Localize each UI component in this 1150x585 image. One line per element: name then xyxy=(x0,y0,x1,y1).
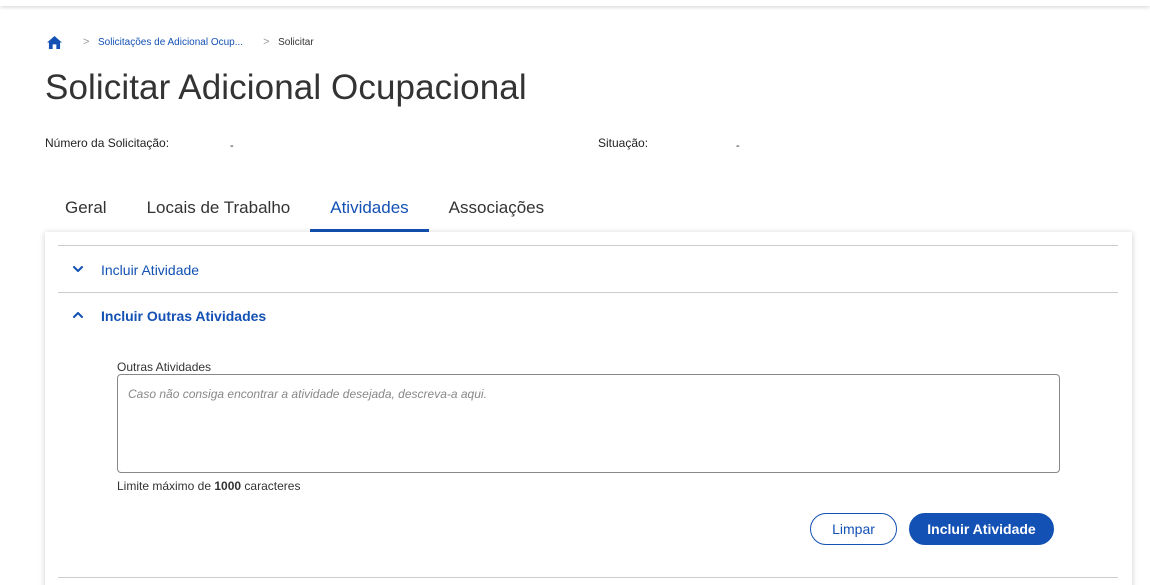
add-activity-button[interactable]: Incluir Atividade xyxy=(909,513,1054,545)
breadcrumb-separator: > xyxy=(263,36,270,48)
chevron-down-icon xyxy=(73,261,83,279)
limit-suffix: caracteres xyxy=(244,479,301,493)
divider xyxy=(58,577,1118,578)
situacao-value: - xyxy=(736,140,740,152)
breadcrumb-separator: > xyxy=(83,36,90,48)
tab-locais-de-trabalho[interactable]: Locais de Trabalho xyxy=(127,190,311,232)
page-title: Solicitar Adicional Ocupacional xyxy=(45,68,527,107)
accordion-incluir-outras-atividades[interactable]: Incluir Outras Atividades xyxy=(73,306,266,326)
breadcrumb: > Solicitações de Adicional Ocup... > So… xyxy=(47,34,314,50)
divider xyxy=(58,245,1118,246)
situacao-label: Situação: xyxy=(598,136,649,150)
outras-atividades-textarea[interactable] xyxy=(117,374,1060,473)
numero-solicitacao-label: Número da Solicitação: xyxy=(45,136,170,150)
atividades-panel: Incluir Atividade Incluir Outras Ativida… xyxy=(45,232,1132,585)
accordion-incluir-atividade[interactable]: Incluir Atividade xyxy=(73,260,199,280)
limit-prefix: Limite máximo de xyxy=(117,479,212,493)
numero-solicitacao: Número da Solicitação: - xyxy=(45,136,234,152)
outras-atividades-label: Outras Atividades xyxy=(117,360,212,374)
breadcrumb-link-solicitacoes[interactable]: Solicitações de Adicional Ocup... xyxy=(98,37,243,48)
divider xyxy=(58,292,1118,293)
character-limit-note: Limite máximo de 1000 caracteres xyxy=(117,479,300,493)
numero-solicitacao-value: - xyxy=(230,140,234,152)
chevron-up-icon xyxy=(73,307,83,325)
accordion-label: Incluir Atividade xyxy=(101,262,200,278)
tab-geral[interactable]: Geral xyxy=(45,190,127,232)
top-bar xyxy=(0,0,1150,6)
situacao: Situação: - xyxy=(598,136,740,152)
breadcrumb-current: Solicitar xyxy=(278,36,314,48)
accordion-label: Incluir Outras Atividades xyxy=(101,308,267,324)
tab-associacoes[interactable]: Associações xyxy=(429,190,564,232)
clear-button[interactable]: Limpar xyxy=(810,513,897,545)
tab-atividades[interactable]: Atividades xyxy=(310,190,430,232)
limit-value: 1000 xyxy=(214,479,242,493)
home-icon[interactable] xyxy=(47,35,63,49)
tab-bar: Geral Locais de Trabalho Atividades Asso… xyxy=(45,190,564,232)
